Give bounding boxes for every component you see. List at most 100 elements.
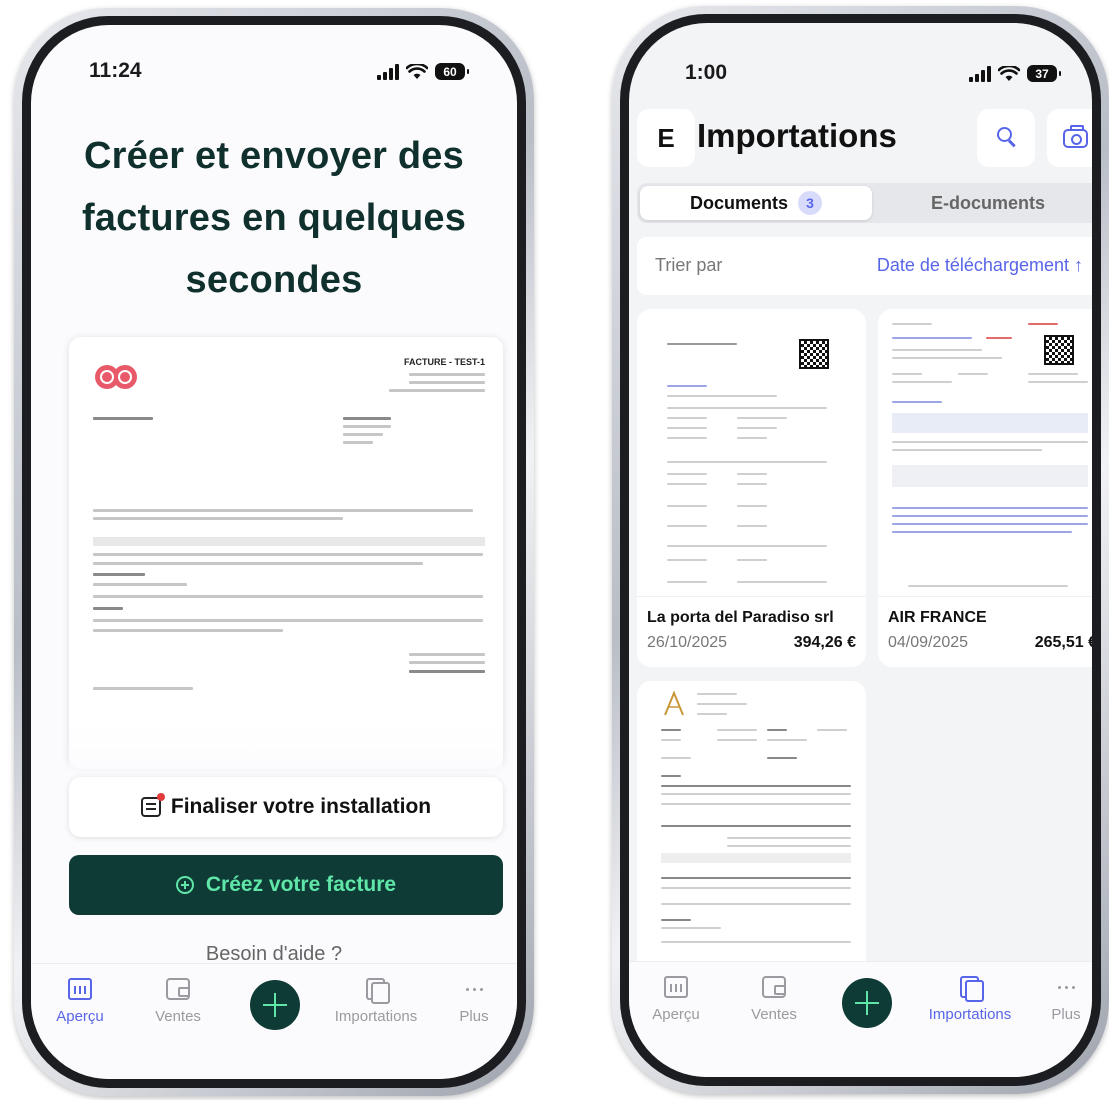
sort-label: Trier par [655,255,723,275]
thumb-line [986,337,1012,339]
thumb-line [892,441,1088,443]
tab-plus[interactable]: Plus [419,978,517,1025]
invoice-meta-line [409,373,485,376]
thumb-line [892,507,1088,509]
battery-icon: 60 [435,63,469,80]
thumb-line [908,585,1068,587]
thumb-line [727,845,851,847]
table-row [93,553,483,556]
avatar[interactable]: E [637,109,695,167]
create-invoice-button[interactable]: Créez votre facture [69,855,503,915]
thumb-line [667,395,777,397]
thumb-line [697,713,727,715]
document-date: 26/10/2025 [647,634,728,651]
thumb-line [661,927,721,929]
thumb-line [667,417,707,419]
table-row [93,583,187,586]
finish-setup-label: Finaliser votre installation [170,795,432,818]
tab-documents[interactable]: Documents 3 [640,186,872,220]
thumb-line [667,385,707,387]
sender-line [93,417,153,420]
tab-importations[interactable]: Importations [915,976,1025,1023]
tab-ventes[interactable]: Ventes [123,978,233,1025]
tab-apercu[interactable]: Aperçu [31,978,135,1025]
more-icon [1054,976,1078,998]
thumb-line [817,729,847,731]
chart-icon [664,976,688,998]
thumb-line [767,757,797,759]
thumb-line [892,381,952,383]
thumb-line [892,515,1088,517]
documents-icon [364,978,390,1004]
tab-label: Importations [928,1006,1012,1023]
checklist-icon [140,793,165,817]
company-logo [95,365,137,389]
table-row [93,595,483,598]
thumb-line [661,785,851,787]
document-name: AIR FRANCE [888,609,987,626]
thumb-line [717,729,757,731]
tab-plus[interactable]: Plus [1011,976,1092,1023]
tab-bar: Aperçu Ventes Importations Plus [31,963,517,1079]
add-button[interactable] [250,980,300,1030]
sort-control[interactable]: Trier par Date de téléchargement ↑ [637,237,1092,295]
tab-label: Ventes [155,1008,201,1025]
sort-value[interactable]: Date de téléchargement ↑ [877,255,1083,276]
finish-setup-button[interactable]: Finaliser votre installation [69,777,503,837]
status-icons: 37 [969,65,1061,82]
table-header [892,413,1088,433]
payment-terms-line [93,687,193,690]
thumb-line [892,323,932,325]
thumb-line [661,887,851,889]
wallet-icon [762,976,786,998]
app-comparison: 11:24 60 Créer et envoyer des factures e… [0,0,1109,1100]
thumb-line [737,505,767,507]
thumb-line [661,803,851,805]
thumb-line [667,525,707,527]
invoice-meta-line [409,381,485,384]
document-amount: 394,26 € [793,634,856,651]
thumb-line [661,739,681,741]
hero-title: Créer et envoyer des factures en quelque… [81,135,467,301]
invoice-preview[interactable]: FACTURE - TEST-1 [69,337,503,769]
tab-label: Plus [459,1008,489,1025]
wallet-icon [166,978,190,1000]
create-invoice-label: Créez votre facture [205,873,397,896]
table-row [892,465,1088,487]
thumb-line [767,729,787,731]
tab-edocuments[interactable]: E-documents [872,186,1092,220]
camera-button[interactable] [1047,109,1092,167]
left-phone: 11:24 60 Créer et envoyer des factures e… [14,8,534,1096]
status-bar: 1:00 37 [629,61,1092,89]
thumb-line [667,343,737,345]
tab-apercu[interactable]: Aperçu [629,976,731,1023]
thumb-line [737,483,767,485]
thumb-line [667,461,827,463]
tab-importations[interactable]: Importations [321,978,431,1025]
client-line [343,433,383,436]
arrow-up-icon: ↑ [1074,255,1083,275]
thumb-line [697,693,737,695]
search-button[interactable] [977,109,1035,167]
document-card[interactable]: La porta del Paradiso srl 26/10/2025 394… [637,309,866,667]
thumb-line [661,903,851,905]
table-row [93,573,145,576]
thumb-line [667,483,707,485]
thumb-line [737,427,777,429]
add-button[interactable] [842,978,892,1028]
left-screen: 11:24 60 Créer et envoyer des factures e… [31,25,517,1079]
thumb-line [737,437,767,439]
thumb-line [661,757,691,759]
document-card[interactable]: AIR FRANCE 04/09/2025 265,51 € [878,309,1092,667]
thumb-line [661,793,851,795]
notification-dot [156,793,165,801]
search-icon [997,127,1012,142]
thumb-line [667,581,707,583]
qr-code-icon [799,339,829,369]
tab-label: Plus [1051,1006,1081,1023]
thumb-line [667,559,707,561]
wifi-icon [998,65,1020,81]
tab-ventes[interactable]: Ventes [719,976,829,1023]
table-row [93,629,283,632]
tab-label: Importations [334,1008,418,1025]
